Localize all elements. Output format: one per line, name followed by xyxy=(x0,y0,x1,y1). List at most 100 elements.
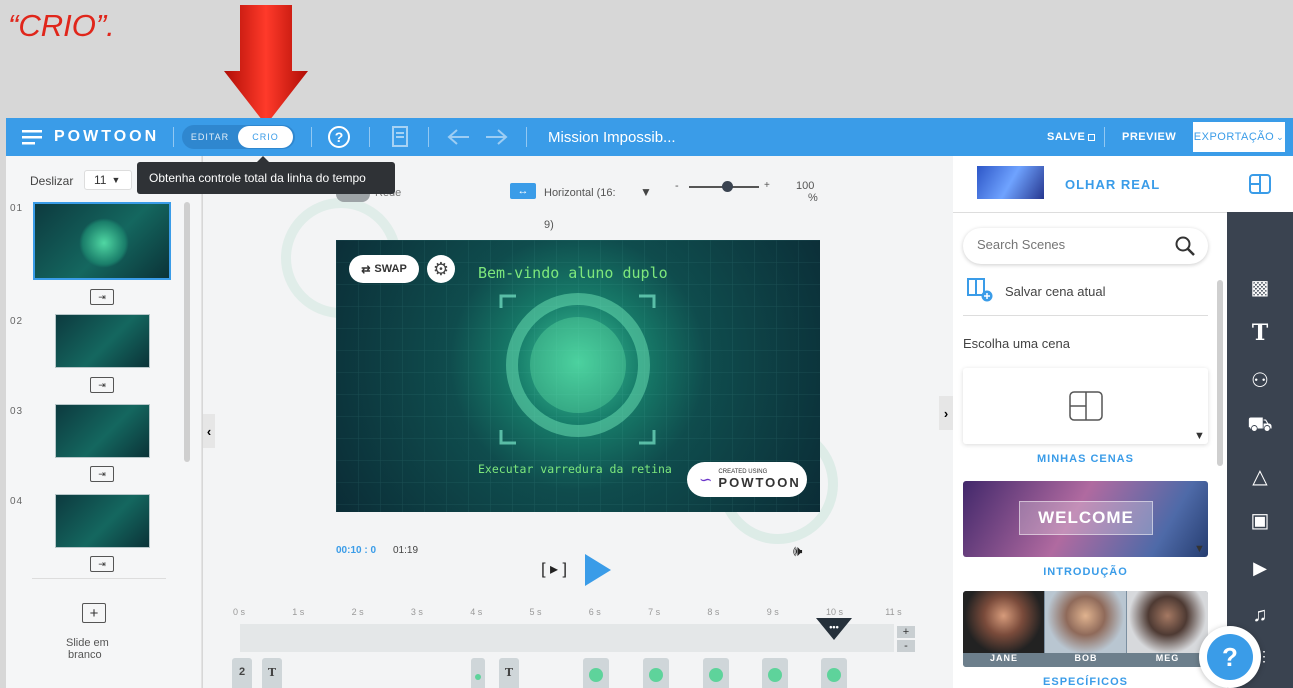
hamburger-menu-icon[interactable] xyxy=(22,118,42,156)
style-name[interactable]: OLHAR REAL xyxy=(1065,177,1160,192)
caption: “CRIO”. xyxy=(8,8,115,43)
zoom-out-button[interactable]: - xyxy=(675,180,679,192)
timeline-item-image[interactable] xyxy=(762,658,788,688)
duplicate-slide-icon[interactable]: ⇥ xyxy=(90,289,114,305)
timeline-item-number[interactable]: 2 xyxy=(232,658,252,688)
slide-thumbnail-3[interactable] xyxy=(55,404,150,458)
save-button[interactable]: SALVE xyxy=(1047,118,1096,156)
timeline-tick-label: 3 s xyxy=(410,607,423,617)
scene-subtitle-text[interactable]: Executar varredura da retina xyxy=(478,462,672,476)
my-scenes-label[interactable]: MINHAS CENAS xyxy=(963,453,1208,465)
orientation-icon[interactable]: ↔ xyxy=(510,183,536,199)
slide-thumbnail-2[interactable] xyxy=(55,314,150,368)
specific-label[interactable]: ESPECÍFICOS xyxy=(963,676,1208,688)
timeline-item-image[interactable] xyxy=(583,658,609,688)
duplicate-slide-icon[interactable]: ⇥ xyxy=(90,556,114,572)
scene-canvas[interactable]: ⇄ SWAP ⚙ Bem-vindo aluno duplo Executar v… xyxy=(336,240,820,512)
video-tab-icon[interactable]: ▶ xyxy=(1227,558,1293,579)
timeline-tick-label: 2 s xyxy=(351,607,364,617)
props-tab-icon[interactable]: ⛟ xyxy=(1227,414,1293,439)
duplicate-slide-icon[interactable]: ⇥ xyxy=(90,377,114,393)
timeline-item-small[interactable] xyxy=(471,658,485,688)
powtoon-logo[interactable]: POWTOON xyxy=(54,118,159,156)
help-question-icon[interactable]: ? xyxy=(1207,634,1253,680)
search-scenes-field[interactable] xyxy=(963,228,1208,264)
timeline-tick-label: 1 s xyxy=(292,607,305,617)
card-dropdown-icon[interactable]: ▼ xyxy=(1194,543,1205,555)
slide-number: 01 xyxy=(10,203,24,214)
slide-number: 02 xyxy=(10,316,24,327)
timeline-item-image[interactable] xyxy=(703,658,729,688)
swap-button[interactable]: ⇄ SWAP xyxy=(349,255,419,283)
person-name: BOB xyxy=(1074,653,1098,663)
duplicate-slide-icon[interactable]: ⇥ xyxy=(90,466,114,482)
search-icon[interactable] xyxy=(1175,236,1195,256)
my-scenes-card[interactable]: ▼ xyxy=(963,368,1208,444)
shapes-tab-icon[interactable]: △ xyxy=(1227,464,1293,489)
orientation-select[interactable]: Horizontal (16: xyxy=(544,187,616,199)
total-time: 01:19 xyxy=(393,545,419,556)
preview-button[interactable]: PREVIEW xyxy=(1122,118,1176,156)
save-scene-label[interactable]: Salvar cena atual xyxy=(1005,284,1105,299)
help-icon[interactable]: ? xyxy=(328,118,350,156)
layout-icon xyxy=(1069,391,1103,421)
blank-slide-label[interactable]: branco xyxy=(68,649,102,661)
collapse-right-icon[interactable]: › xyxy=(939,396,953,430)
background-tab-icon[interactable]: ▩ xyxy=(1227,275,1293,300)
timeline-item-text[interactable]: T xyxy=(499,658,519,688)
zoom-value: 100 xyxy=(796,180,815,192)
powtoon-badge-icon: ∽ xyxy=(699,471,713,489)
blank-slide-label[interactable]: Slide em xyxy=(66,637,109,649)
timeline-item-image[interactable] xyxy=(821,658,847,688)
play-scene-icon[interactable]: [ ▸ ] xyxy=(534,556,574,582)
text-tab-icon[interactable]: T xyxy=(1227,320,1293,346)
timeline-tick-label: 9 s xyxy=(766,607,779,617)
help-bubble[interactable]: ? xyxy=(1199,626,1261,688)
intro-card[interactable]: WELCOME ▼ xyxy=(963,481,1208,557)
slide-thumbnail-1[interactable] xyxy=(33,202,171,280)
scenes-tab-icon[interactable] xyxy=(1227,156,1293,212)
scroll-select[interactable]: 11 ▼ xyxy=(84,170,132,190)
volume-icon[interactable]: 🕪 xyxy=(793,543,802,560)
mode-tooltip: Obtenha controle total da linha do tempo xyxy=(137,156,395,194)
timeline-tick-label: 4 s xyxy=(470,607,483,617)
timeline-tick-label: 11 s xyxy=(885,607,902,617)
welcome-image-text: WELCOME xyxy=(1019,501,1153,535)
specific-card[interactable]: JANE BOB MEG xyxy=(963,591,1208,667)
orientation-dropdown-icon[interactable]: ▼ xyxy=(640,185,652,199)
timeline-track[interactable] xyxy=(240,624,894,652)
characters-tab-icon[interactable]: ⚇ xyxy=(1227,368,1293,393)
mode-toggle[interactable]: EDITAR CRIO xyxy=(182,125,295,149)
notes-icon[interactable] xyxy=(392,118,410,156)
mode-edit-option[interactable]: EDITAR xyxy=(182,132,238,142)
add-blank-slide-icon[interactable]: + xyxy=(82,603,106,623)
save-scene-icon[interactable] xyxy=(967,278,993,302)
timeline-zoom-in-button[interactable]: + xyxy=(897,626,915,638)
collapse-left-icon[interactable]: ‹ xyxy=(203,414,215,448)
style-thumbnail[interactable] xyxy=(977,166,1044,199)
timeline-tick-label: 8 s xyxy=(707,607,720,617)
slide-thumbnail-4[interactable] xyxy=(55,494,150,548)
export-button[interactable]: EXPORTAÇÃO ⌄ xyxy=(1193,122,1285,152)
media-tab-icon[interactable]: ▣ xyxy=(1227,508,1293,533)
timeline-zoom-out-button[interactable]: - xyxy=(897,640,915,652)
timeline-item-text[interactable]: T xyxy=(262,658,282,688)
person-name: MEG xyxy=(1155,653,1180,663)
play-icon[interactable] xyxy=(583,553,613,587)
slide-list-panel: Deslizar 11 ▼ 01 ⇥ 02 ⇥ 03 ⇥ 04 ⇥ + Slide… xyxy=(6,156,202,688)
zoom-slider-handle[interactable] xyxy=(721,181,733,192)
redo-icon[interactable] xyxy=(484,118,508,156)
slide-list-scrollbar[interactable] xyxy=(184,202,190,462)
timeline-item-image[interactable] xyxy=(643,658,669,688)
settings-gear-icon[interactable]: ⚙ xyxy=(427,255,455,283)
scene-title-text[interactable]: Bem-vindo aluno duplo xyxy=(478,264,668,282)
search-input[interactable] xyxy=(977,237,1157,252)
scenes-scrollbar[interactable] xyxy=(1217,280,1223,466)
music-tab-icon[interactable]: ♫ xyxy=(1227,604,1293,627)
undo-icon[interactable] xyxy=(447,118,471,156)
zoom-in-button[interactable]: + xyxy=(764,180,770,191)
intro-label[interactable]: INTRODUÇÃO xyxy=(963,566,1208,578)
project-title[interactable]: Mission Impossib... xyxy=(548,118,676,156)
card-dropdown-icon[interactable]: ▼ xyxy=(1194,430,1205,442)
mode-create-option[interactable]: CRIO xyxy=(238,126,293,148)
